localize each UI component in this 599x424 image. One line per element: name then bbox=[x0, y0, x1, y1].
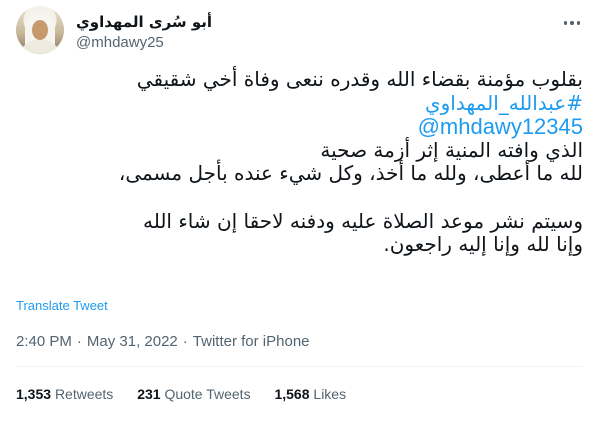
author-display-name[interactable]: أبو سُرى المهداوي bbox=[76, 13, 212, 31]
hashtag-link[interactable]: #عبدالله_المهداوي bbox=[16, 91, 583, 116]
more-horizontal-icon bbox=[563, 21, 568, 25]
retweets-stat[interactable]: 1,353 Retweets bbox=[16, 386, 113, 402]
quote-tweets-count: 231 bbox=[137, 386, 161, 402]
tweet-source[interactable]: Twitter for iPhone bbox=[193, 333, 310, 350]
mention-link[interactable]: @mhdawy12345 bbox=[16, 115, 583, 139]
tweet-card: أبو سُرى المهداوي @mhdawy25 بقلوب مؤمنة … bbox=[0, 0, 599, 424]
meta-separator: · bbox=[76, 333, 82, 350]
tweet-time[interactable]: 2:40 PM bbox=[16, 333, 72, 350]
quote-tweets-label: Quote Tweets bbox=[164, 386, 251, 402]
tweet-header: أبو سُرى المهداوي @mhdawy25 bbox=[16, 6, 583, 58]
divider bbox=[16, 366, 583, 367]
tweet-line: وإنا لله وإنا إليه راجعون. bbox=[383, 232, 583, 257]
tweet-date[interactable]: May 31, 2022 bbox=[87, 333, 178, 350]
tweet-meta: 2:40 PM · May 31, 2022 · Twitter for iPhone bbox=[16, 333, 310, 350]
tweet-line: الذي وافته المنية إثر أزمة صحية bbox=[320, 137, 583, 162]
retweets-count: 1,353 bbox=[16, 386, 52, 402]
tweet-line: لله ما أعطى، ولله ما أخذ، وكل شيء عنده ب… bbox=[118, 161, 583, 186]
author-handle[interactable]: @mhdawy25 bbox=[76, 34, 164, 51]
avatar[interactable] bbox=[16, 6, 64, 54]
translate-tweet-link[interactable]: Translate Tweet bbox=[16, 298, 108, 313]
more-horizontal-icon-dot bbox=[570, 21, 574, 25]
more-options-button[interactable] bbox=[561, 12, 583, 34]
likes-label: Likes bbox=[313, 386, 347, 402]
more-horizontal-icon-dot bbox=[576, 21, 581, 25]
quote-tweets-stat[interactable]: 231 Quote Tweets bbox=[137, 386, 250, 402]
tweet-text: بقلوب مؤمنة بقضاء الله وقدره ننعى وفاة أ… bbox=[16, 67, 583, 257]
retweets-label: Retweets bbox=[54, 386, 114, 402]
meta-separator: · bbox=[182, 333, 188, 350]
tweet-line: وسيتم نشر موعد الصلاة عليه ودفنه لاحقا إ… bbox=[142, 208, 583, 233]
likes-count: 1,568 bbox=[274, 386, 310, 402]
tweet-line: بقلوب مؤمنة بقضاء الله وقدره ننعى وفاة أ… bbox=[136, 67, 583, 91]
likes-stat[interactable]: 1,568 Likes bbox=[274, 386, 346, 402]
avatar-face bbox=[32, 20, 48, 40]
tweet-stats: 1,353 Retweets 231 Quote Tweets 1,568 Li… bbox=[16, 386, 366, 402]
